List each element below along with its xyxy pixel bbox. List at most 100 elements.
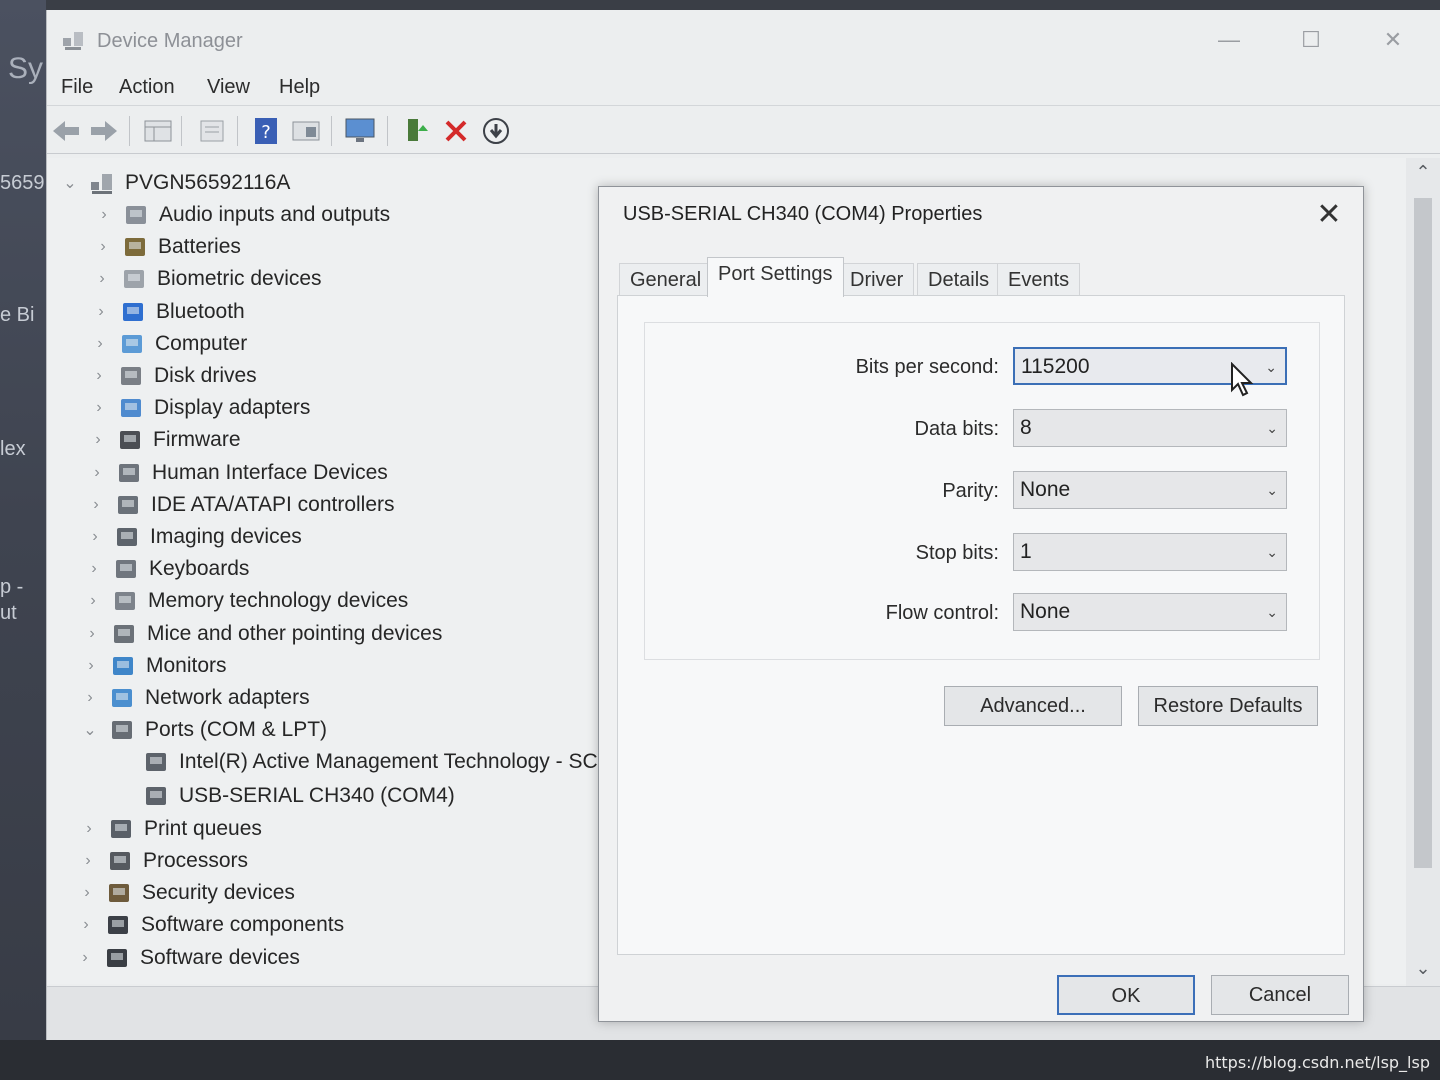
keyboard-icon bbox=[113, 557, 139, 581]
desktop-label: lex bbox=[0, 438, 26, 460]
mouse-cursor-icon bbox=[1230, 361, 1256, 398]
tree-item-disk-drives[interactable]: › Disk drives bbox=[88, 361, 256, 391]
tree-item-security-devices[interactable]: › Security devices bbox=[76, 878, 295, 908]
parity-label: Parity: bbox=[942, 480, 999, 502]
scroll-thumb[interactable] bbox=[1414, 198, 1432, 868]
tree-item-label: Batteries bbox=[158, 235, 241, 258]
chevron-right-icon[interactable]: › bbox=[74, 949, 96, 967]
tree-item-label: Firmware bbox=[153, 428, 241, 451]
chevron-down-icon[interactable]: ⌄ bbox=[79, 720, 101, 740]
chevron-right-icon[interactable]: › bbox=[87, 431, 109, 449]
chevron-right-icon[interactable]: › bbox=[76, 884, 98, 902]
minimize-button[interactable]: — bbox=[1204, 20, 1254, 60]
tree-root[interactable]: ⌄ PVGN56592116A bbox=[59, 168, 290, 198]
tab-details[interactable]: Details bbox=[917, 263, 1001, 295]
tree-item-firmware[interactable]: › Firmware bbox=[87, 425, 241, 455]
tree-item-biometric-devices[interactable]: › Biometric devices bbox=[91, 264, 321, 294]
bits-per-second-value: 115200 bbox=[1021, 355, 1090, 378]
monitor-icon[interactable] bbox=[343, 114, 377, 148]
tree-item-keyboards[interactable]: › Keyboards bbox=[83, 554, 249, 584]
uninstall-x-icon[interactable] bbox=[439, 114, 473, 148]
tree-item-human-interface-devices[interactable]: › Human Interface Devices bbox=[86, 458, 387, 488]
tree-item-batteries[interactable]: › Batteries bbox=[92, 232, 241, 262]
tree-item-audio-inputs-and-outputs[interactable]: › Audio inputs and outputs bbox=[93, 200, 390, 230]
watermark-text: https://blog.csdn.net/lsp_lsp bbox=[1204, 1053, 1430, 1072]
chevron-right-icon[interactable]: › bbox=[82, 592, 104, 610]
maximize-button[interactable]: ☐ bbox=[1286, 20, 1336, 60]
advanced-button[interactable]: Advanced... bbox=[944, 686, 1122, 726]
chevron-right-icon[interactable]: › bbox=[85, 496, 107, 514]
chevron-right-icon[interactable]: › bbox=[75, 916, 97, 934]
back-arrow-icon[interactable] bbox=[49, 114, 83, 148]
tree-item-memory-technology-devices[interactable]: › Memory technology devices bbox=[82, 586, 408, 616]
chevron-right-icon[interactable]: › bbox=[84, 528, 106, 546]
dialog-close-button[interactable]: ✕ bbox=[1309, 195, 1349, 235]
chevron-right-icon[interactable]: › bbox=[80, 657, 102, 675]
tree-item-label: IDE ATA/ATAPI controllers bbox=[151, 493, 395, 516]
tree-item-ide-ata-atapi-controllers[interactable]: › IDE ATA/ATAPI controllers bbox=[85, 490, 395, 520]
menu-file[interactable]: File bbox=[61, 76, 93, 99]
port-icon bbox=[109, 718, 135, 742]
menu-action[interactable]: Action bbox=[119, 76, 175, 99]
tab-driver[interactable]: Driver bbox=[839, 263, 915, 295]
tree-item-software-components[interactable]: › Software components bbox=[75, 910, 344, 940]
tree-item-print-queues[interactable]: › Print queues bbox=[78, 814, 262, 844]
menu-view[interactable]: View bbox=[207, 76, 250, 99]
chevron-right-icon[interactable]: › bbox=[77, 852, 99, 870]
tree-item-display-adapters[interactable]: › Display adapters bbox=[88, 393, 310, 423]
chevron-right-icon[interactable]: › bbox=[91, 270, 113, 288]
chevron-right-icon[interactable]: › bbox=[93, 206, 115, 224]
tree-item-monitors[interactable]: › Monitors bbox=[80, 651, 226, 681]
close-window-button[interactable]: ✕ bbox=[1368, 20, 1418, 60]
desktop-label: 5659. bbox=[0, 172, 51, 194]
desktop-label: p - bbox=[0, 576, 24, 598]
tree-item-port-child-1[interactable]: USB-SERIAL CH340 (COM4) bbox=[113, 781, 455, 811]
flow-control-select[interactable]: None ⌄ bbox=[1013, 593, 1287, 631]
ok-button[interactable]: OK bbox=[1057, 975, 1195, 1015]
scroll-down-icon[interactable]: ⌄ bbox=[1406, 958, 1440, 979]
chevron-right-icon[interactable]: › bbox=[88, 399, 110, 417]
tree-item-port-child-0[interactable]: Intel(R) Active Management Technology - … bbox=[113, 747, 598, 777]
update-driver-icon[interactable] bbox=[195, 114, 229, 148]
scroll-up-icon[interactable]: ⌃ bbox=[1406, 162, 1440, 183]
tree-item-imaging-devices[interactable]: › Imaging devices bbox=[84, 522, 301, 552]
stop-bits-select[interactable]: 1 ⌄ bbox=[1013, 533, 1287, 571]
tab-events[interactable]: Events bbox=[997, 263, 1081, 295]
chevron-down-icon[interactable]: ⌄ bbox=[59, 173, 81, 193]
tab-general[interactable]: General bbox=[619, 263, 713, 295]
chevron-right-icon[interactable]: › bbox=[78, 820, 100, 838]
view-icon[interactable] bbox=[289, 114, 323, 148]
chevron-right-icon[interactable]: › bbox=[92, 238, 114, 256]
restore-defaults-button[interactable]: Restore Defaults bbox=[1138, 686, 1318, 726]
tree-item-mice-and-other-pointing-devices[interactable]: › Mice and other pointing devices bbox=[81, 619, 442, 649]
add-driver-icon[interactable] bbox=[399, 114, 433, 148]
tree-item-processors[interactable]: › Processors bbox=[77, 846, 248, 876]
help-icon[interactable]: ? bbox=[249, 114, 283, 148]
chevron-right-icon[interactable]: › bbox=[86, 464, 108, 482]
properties-grid-icon[interactable] bbox=[141, 114, 175, 148]
display-icon bbox=[118, 396, 144, 420]
chevron-right-icon[interactable]: › bbox=[89, 335, 111, 353]
forward-arrow-icon[interactable] bbox=[87, 114, 121, 148]
security-icon bbox=[106, 881, 132, 905]
tree-scrollbar[interactable]: ⌃ ⌄ bbox=[1406, 158, 1440, 988]
cancel-button[interactable]: Cancel bbox=[1211, 975, 1349, 1015]
tree-item-network-adapters[interactable]: › Network adapters bbox=[79, 683, 309, 713]
tree-item-bluetooth[interactable]: › Bluetooth bbox=[90, 297, 244, 327]
chevron-right-icon[interactable]: › bbox=[88, 367, 110, 385]
tree-item-label: Display adapters bbox=[154, 396, 311, 419]
download-icon[interactable] bbox=[479, 114, 513, 148]
chevron-right-icon[interactable]: › bbox=[81, 625, 103, 643]
tree-item-software-devices[interactable]: › Software devices bbox=[74, 943, 300, 973]
chevron-down-icon: ⌄ bbox=[1266, 420, 1278, 436]
data-bits-select[interactable]: 8 ⌄ bbox=[1013, 409, 1287, 447]
chevron-right-icon[interactable]: › bbox=[79, 689, 101, 707]
title-bar[interactable]: Device Manager — ☐ ✕ bbox=[47, 10, 1440, 68]
chevron-right-icon[interactable]: › bbox=[83, 560, 105, 578]
menu-help[interactable]: Help bbox=[279, 76, 320, 99]
tab-port-settings[interactable]: Port Settings bbox=[707, 257, 844, 297]
tree-item-computer[interactable]: › Computer bbox=[89, 329, 247, 359]
parity-select[interactable]: None ⌄ bbox=[1013, 471, 1287, 509]
tree-item-ports-com-lpt[interactable]: ⌄ Ports (COM & LPT) bbox=[79, 715, 327, 745]
chevron-right-icon[interactable]: › bbox=[90, 303, 112, 321]
